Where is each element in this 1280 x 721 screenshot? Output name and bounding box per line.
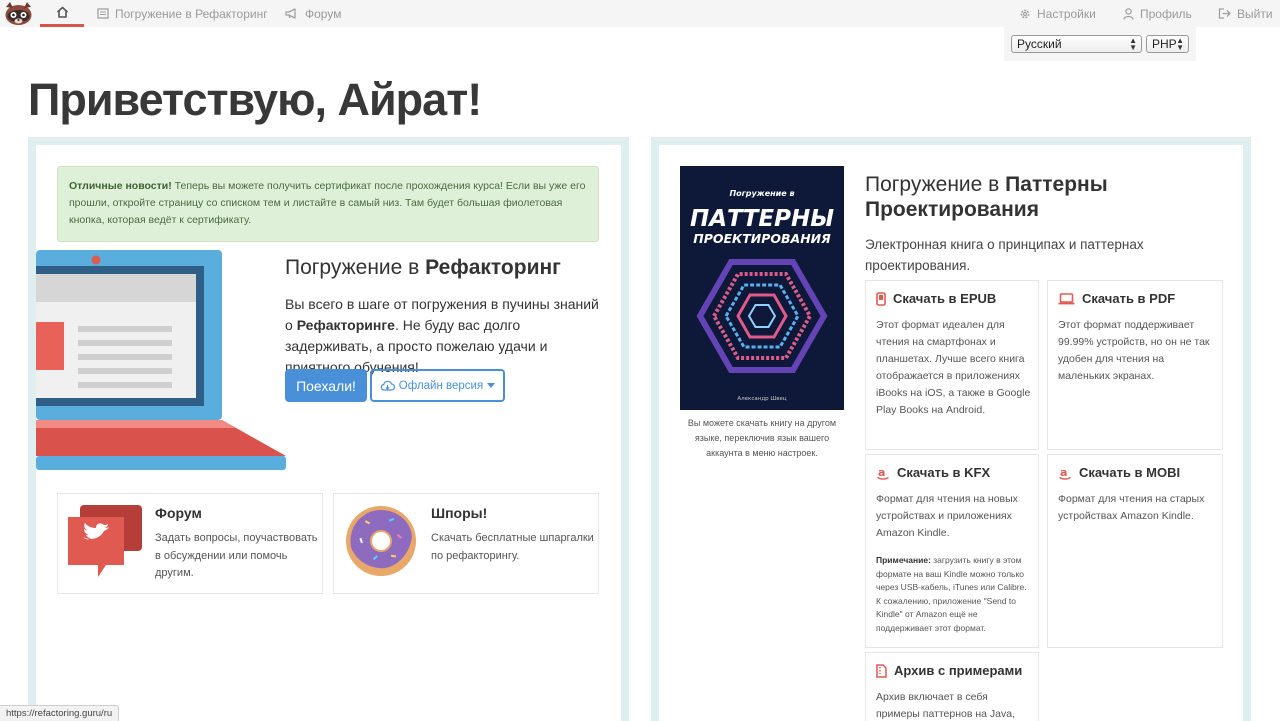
epub-text: Этот формат идеален для чтения на смартф…	[876, 319, 1031, 416]
cover-title-line1: ПАТТЕРНЫ	[690, 206, 834, 232]
profile-label: Профиль	[1140, 6, 1192, 21]
epub-title: Скачать в EPUB	[893, 291, 997, 306]
gear-icon	[1020, 9, 1030, 18]
archive-text: Архив включает в себя примеры паттернов …	[876, 691, 1016, 720]
nav-item-label: Погружение в Рефакторинг	[115, 6, 268, 21]
cover-author: Александр Швец	[737, 396, 787, 402]
kfx-note-text: загрузить книгу в этом формате на ваш Ki…	[876, 555, 1027, 633]
download-mobi-link[interactable]: a Скачать в MOBI	[1058, 465, 1180, 480]
language-selector-box: Русский ▲ ▼ PHP ▲ ▼	[1004, 27, 1196, 61]
offline-version-button[interactable]: Офлайн версия	[370, 369, 505, 402]
select-arrows-icon: ▲ ▼	[1129, 36, 1137, 52]
book-icon	[97, 8, 109, 19]
course-description: Вы всего в шаге от погружения в пучины з…	[285, 294, 605, 378]
language-select-value: Русский	[1017, 37, 1062, 51]
patterns-book-panel: Погружение в ПАТТЕРНЫ ПРОЕКТИРОВАНИЯ Але…	[651, 137, 1251, 721]
laptop-icon	[1058, 292, 1075, 304]
cloud-download-icon	[380, 380, 395, 391]
download-kfx-card[interactable]: a Скачать в KFX Формат для чтения на нов…	[865, 454, 1039, 648]
course-title-prefix: Погружение в	[285, 256, 426, 279]
smartphone-icon	[876, 291, 886, 306]
book-language-caption: Вы можете скачать книгу на другом языке,…	[687, 418, 837, 458]
download-archive-card[interactable]: Архив с примерами Архив включает в себя …	[865, 652, 1039, 721]
raccoon-logo-icon[interactable]	[2, 1, 35, 26]
kfx-title: Скачать в KFX	[897, 465, 991, 480]
download-pdf-card[interactable]: Скачать в PDF Этот формат поддерживает 9…	[1047, 280, 1223, 450]
cheatsheets-card-text: Скачать бесплатные шпаргалки по рефактор…	[431, 532, 594, 562]
file-archive-icon	[876, 663, 887, 678]
cover-title-line2: ПРОЕКТИРОВАНИЯ	[693, 231, 831, 246]
user-icon	[1123, 7, 1134, 20]
donut-icon	[346, 506, 416, 576]
pdf-title: Скачать в PDF	[1082, 291, 1176, 306]
mobi-title: Скачать в MOBI	[1079, 465, 1181, 480]
download-archive-link[interactable]: Архив с примерами	[876, 663, 1022, 678]
svg-text:a: a	[1060, 466, 1067, 479]
download-mobi-card[interactable]: a Скачать в MOBI Формат для чтения на ст…	[1047, 454, 1223, 648]
book-title: Погружение в Паттерны Проектирования	[865, 172, 1185, 222]
nav-logout[interactable]: Выйти	[1218, 0, 1273, 27]
kfx-text: Формат для чтения на новых устройствах и…	[876, 493, 1018, 539]
code-language-select[interactable]: PHP ▲ ▼	[1146, 35, 1189, 53]
cover-top-text: Погружение в	[729, 189, 794, 198]
book-description: Электронная книга о принципах и паттерна…	[865, 237, 1144, 273]
language-select[interactable]: Русский ▲ ▼	[1011, 35, 1142, 53]
select-arrows-icon: ▲ ▼	[1176, 36, 1184, 52]
course-title: Погружение в Рефакторинг	[285, 256, 561, 280]
start-course-button[interactable]: Поехали!	[285, 369, 367, 402]
refactoring-course-panel: Отличные новости! Теперь вы можете получ…	[28, 137, 629, 721]
cheatsheets-card[interactable]: Шпоры! Скачать бесплатные шпаргалки по р…	[333, 493, 599, 594]
caret-down-icon	[487, 383, 496, 388]
laptop-illustration	[36, 250, 286, 470]
nav-refactoring-course[interactable]: Погружение в Рефакторинг	[97, 0, 268, 27]
svg-text:a: a	[878, 466, 885, 479]
certificate-alert: Отличные новости! Теперь вы можете получ…	[57, 166, 599, 242]
pdf-text: Этот формат поддерживает 99.99% устройст…	[1058, 319, 1210, 382]
nav-home[interactable]	[40, 0, 84, 27]
forum-card-title: Форум	[155, 505, 202, 521]
home-icon	[56, 6, 68, 18]
logout-icon	[1218, 8, 1231, 19]
mobi-text: Формат для чтения на старых устройствах …	[1058, 493, 1205, 522]
kfx-note: Примечание: загрузить книгу в этом форма…	[876, 554, 1032, 635]
course-title-bold: Рефакторинг	[425, 256, 561, 279]
cheatsheets-card-title: Шпоры!	[431, 505, 488, 521]
nav-forum[interactable]: Форум	[285, 0, 341, 27]
book-cover[interactable]: Погружение в ПАТТЕРНЫ ПРОЕКТИРОВАНИЯ Але…	[680, 166, 844, 410]
course-desc-bold: Рефакторинге	[296, 317, 395, 333]
offline-button-label: Офлайн версия	[398, 379, 484, 392]
amazon-icon: a	[1059, 466, 1071, 480]
kfx-note-bold: Примечание:	[876, 555, 931, 565]
nav-profile[interactable]: Профиль	[1123, 0, 1192, 27]
page-title: Приветствую, Айрат!	[28, 74, 482, 125]
code-language-select-value: PHP	[1152, 37, 1177, 51]
forum-card[interactable]: Форум Задать вопросы, поучаствовать в об…	[57, 493, 323, 594]
download-kfx-link[interactable]: a Скачать в KFX	[876, 465, 990, 480]
logout-label: Выйти	[1237, 6, 1273, 21]
alert-bold: Отличные новости!	[69, 180, 172, 192]
top-navbar: Погружение в Рефакторинг Форум Настройки…	[0, 0, 1280, 27]
nav-settings[interactable]: Настройки	[1019, 0, 1096, 27]
download-pdf-link[interactable]: Скачать в PDF	[1058, 291, 1175, 306]
forum-card-text: Задать вопросы, поучаствовать в обсужден…	[155, 532, 318, 579]
nav-item-label: Форум	[305, 6, 342, 21]
status-bar-url: https://refactoring.guru/ru	[0, 705, 120, 721]
download-epub-card[interactable]: Скачать в EPUB Этот формат идеален для ч…	[865, 280, 1039, 450]
download-epub-link[interactable]: Скачать в EPUB	[876, 291, 996, 306]
archive-title: Архив с примерами	[894, 663, 1023, 678]
settings-label: Настройки	[1037, 6, 1096, 21]
megaphone-icon	[285, 8, 296, 19]
twitter-chat-icon	[68, 505, 142, 577]
amazon-icon: a	[877, 466, 889, 480]
book-title-prefix: Погружение в	[865, 173, 1006, 196]
